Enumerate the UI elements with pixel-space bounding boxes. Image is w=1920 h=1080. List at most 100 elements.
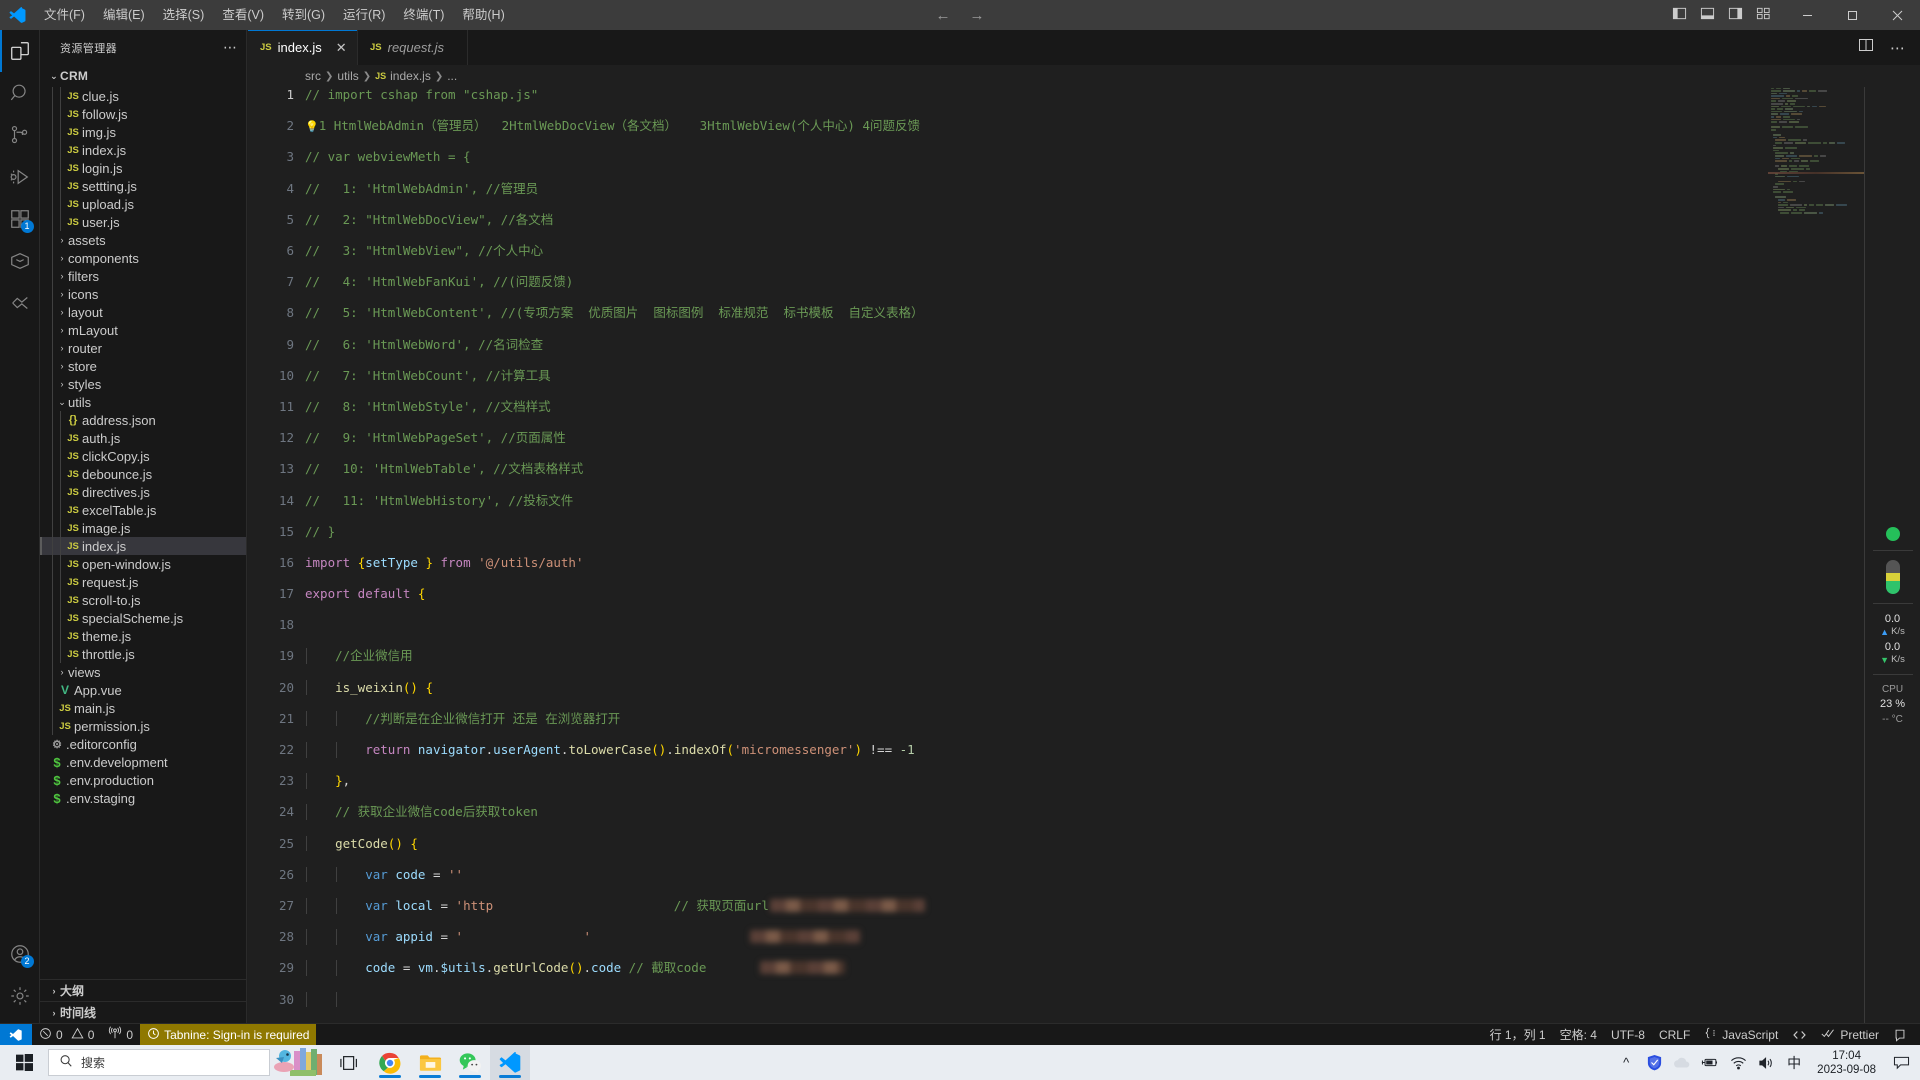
tree-folder-assets[interactable]: › assets [40,231,246,249]
menu-go[interactable]: 转到(G) [273,0,334,30]
tree-folder-components[interactable]: › components [40,249,246,267]
eol-status[interactable]: CRLF [1652,1024,1697,1046]
activity-remote-explorer-icon[interactable] [0,240,40,282]
prettier-status[interactable]: Prettier [1814,1024,1886,1046]
tree-folder-layout[interactable]: › layout [40,303,246,321]
taskbar-clock[interactable]: 17:04 2023-09-08 [1809,1049,1884,1077]
customize-layout-icon[interactable] [1756,6,1771,24]
tree-file-.env.development[interactable]: $ .env.development [40,753,246,771]
editor-more-actions-icon[interactable]: ⋯ [1890,39,1906,57]
cloud-icon[interactable] [1669,1045,1695,1080]
forward-arrow-icon[interactable]: → [967,7,987,24]
tree-folder-views[interactable]: › views [40,663,246,681]
taskbar-search-box[interactable]: 搜索 [48,1049,270,1076]
tree-file-clickCopy.js[interactable]: JS clickCopy.js [40,447,246,465]
remote-window-button[interactable] [0,1023,32,1046]
tree-folder-filters[interactable]: › filters [40,267,246,285]
tree-file-request.js[interactable]: JS request.js [40,573,246,591]
back-arrow-icon[interactable]: ← [933,7,953,24]
menu-view[interactable]: 查看(V) [213,0,273,30]
tabnine-status[interactable]: Tabnine: Sign-in is required [140,1023,317,1046]
breadcrumb-symbols[interactable]: ... [447,69,457,83]
tree-file-auth.js[interactable]: JS auth.js [40,429,246,447]
encoding-status[interactable]: UTF-8 [1604,1024,1652,1046]
shield-icon[interactable] [1641,1045,1667,1080]
tree-file-follow.js[interactable]: JS follow.js [40,105,246,123]
tree-file-.env.production[interactable]: $ .env.production [40,771,246,789]
minimize-button[interactable] [1785,0,1830,30]
menu-run[interactable]: 运行(R) [334,0,394,30]
tree-file-.editorconfig[interactable]: ⚙ .editorconfig [40,735,246,753]
tree-file-throttle.js[interactable]: JS throttle.js [40,645,246,663]
tree-file-permission.js[interactable]: JS permission.js [40,717,246,735]
vscode-taskbar-icon[interactable] [490,1045,530,1080]
menu-selection[interactable]: 选择(S) [154,0,214,30]
code-editor[interactable]: 1 // import cshap from "cshap.js" 2 💡1 Html… [248,87,1920,1023]
volume-icon[interactable] [1753,1045,1779,1080]
activity-search-icon[interactable] [0,72,40,114]
tree-folder-icons[interactable]: › icons [40,285,246,303]
tree-file-debounce.js[interactable]: JS debounce.js [40,465,246,483]
lightbulb-icon[interactable]: 💡 [305,120,319,133]
indentation-status[interactable]: 空格: 4 [1553,1024,1604,1046]
ime-indicator[interactable]: 中 [1781,1045,1807,1080]
task-view-button[interactable] [330,1045,370,1080]
notification-center-icon[interactable] [1886,1045,1916,1080]
tree-file-main.js[interactable]: JS main.js [40,699,246,717]
menu-terminal[interactable]: 终端(T) [394,0,453,30]
tree-file-theme.js[interactable]: JS theme.js [40,627,246,645]
wechat-taskbar-icon[interactable] [450,1045,490,1080]
tree-file-address.json[interactable]: {} address.json [40,411,246,429]
wifi-icon[interactable] [1725,1045,1751,1080]
line-col-status[interactable]: 行 1，列 1 [1483,1024,1553,1046]
file-explorer-taskbar-icon[interactable] [410,1045,450,1080]
menu-file[interactable]: 文件(F) [35,0,94,30]
tree-folder-utils[interactable]: ⌄ utils [40,393,246,411]
sidebar-more-actions-icon[interactable]: ⋯ [223,39,238,56]
language-mode-status[interactable]: JavaScript [1697,1024,1785,1046]
tab-close-icon[interactable]: ✕ [336,40,347,56]
tree-file-upload.js[interactable]: JS upload.js [40,195,246,213]
activity-run-debug-icon[interactable] [0,156,40,198]
menu-help[interactable]: 帮助(H) [453,0,513,30]
tree-file-img.js[interactable]: JS img.js [40,123,246,141]
tray-overflow-icon[interactable]: ^ [1613,1045,1639,1080]
tree-file-index.js[interactable]: JS index.js [40,537,246,555]
activity-explorer-icon[interactable] [0,30,40,72]
maximize-button[interactable] [1830,0,1875,30]
toggle-panel-icon[interactable] [1700,6,1715,24]
notifications-bell-icon[interactable] [1886,1024,1914,1046]
chrome-taskbar-icon[interactable] [370,1045,410,1080]
tab-index-js[interactable]: JS index.js ✕ [248,30,358,65]
taskbar-widget-thumbnail[interactable] [270,1045,330,1080]
activity-source-control-icon[interactable] [0,114,40,156]
problems-status[interactable]: 0 0 [32,1024,101,1046]
breadcrumb-src[interactable]: src [305,69,321,83]
tree-file-open-window.js[interactable]: JS open-window.js [40,555,246,573]
activity-accounts-icon[interactable]: 2 [0,933,40,975]
timeline-panel[interactable]: › 时间线 [40,1001,246,1023]
toggle-secondary-sidebar-icon[interactable] [1728,6,1743,24]
breadcrumb-file[interactable]: index.js [390,69,431,83]
tree-file-image.js[interactable]: JS image.js [40,519,246,537]
tree-file-login.js[interactable]: JS login.js [40,159,246,177]
tree-folder-styles[interactable]: › styles [40,375,246,393]
close-button[interactable] [1875,0,1920,30]
tree-file-.env.staging[interactable]: $ .env.staging [40,789,246,807]
tree-file-excelTable.js[interactable]: JS excelTable.js [40,501,246,519]
tree-folder-mLayout[interactable]: › mLayout [40,321,246,339]
workspace-root-row[interactable]: ⌄ CRM [40,65,246,87]
tree-file-directives.js[interactable]: JS directives.js [40,483,246,501]
tree-folder-router[interactable]: › router [40,339,246,357]
usb-battery-icon[interactable] [1697,1045,1723,1080]
activity-extensions-icon[interactable]: 1 [0,198,40,240]
tree-file-App.vue[interactable]: V App.vue [40,681,246,699]
activity-settings-icon[interactable] [0,975,40,1017]
tree-file-settting.js[interactable]: JS settting.js [40,177,246,195]
split-editor-icon[interactable] [1858,37,1874,58]
tree-file-clue.js[interactable]: JS clue.js [40,87,246,105]
code-brackets-status[interactable] [1785,1024,1814,1046]
menu-edit[interactable]: 编辑(E) [94,0,154,30]
start-button[interactable] [0,1045,48,1080]
breadcrumb-utils[interactable]: utils [337,69,358,83]
